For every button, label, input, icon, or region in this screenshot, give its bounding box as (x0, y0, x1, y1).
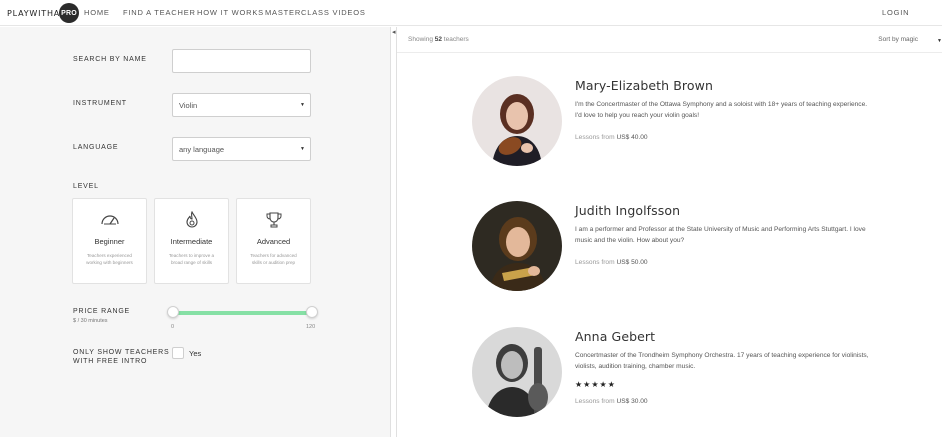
level-title: Intermediate (170, 237, 213, 246)
teacher-name[interactable]: Mary-Elizabeth Brown (575, 78, 713, 93)
level-title: Advanced (256, 237, 291, 246)
price-min-value: 0 (171, 324, 175, 330)
teacher-price: Lessons from US$ 30.00 (575, 398, 648, 405)
trophy-icon (237, 211, 310, 229)
level-card-advanced[interactable]: Advanced Teachers for advanced skills or… (236, 198, 311, 284)
teacher-avatar[interactable] (472, 327, 562, 417)
teacher-avatar[interactable] (472, 76, 562, 166)
price-range-label: PRICE RANGE (73, 308, 131, 315)
teacher-price: Lessons from US$ 50.00 (575, 259, 648, 266)
sort-select[interactable]: Sort by magic (878, 36, 918, 43)
teacher-name[interactable]: Anna Gebert (575, 329, 655, 344)
nav-home[interactable]: HOME (84, 8, 110, 17)
level-desc: Teachers to improve a broad range of ski… (168, 253, 215, 265)
language-select[interactable]: any language ▼ (172, 137, 311, 161)
free-intro-label-line1: ONLY SHOW TEACHERS (73, 349, 170, 356)
top-nav: PLAYWITHA PRO HOME FIND A TEACHER HOW IT… (0, 0, 942, 26)
instrument-value: Violin (179, 100, 198, 110)
level-desc: Teachers experienced working with beginn… (86, 253, 133, 265)
teacher-avatar[interactable] (472, 201, 562, 291)
instrument-label: INSTRUMENT (73, 100, 127, 107)
search-input[interactable] (172, 49, 311, 73)
free-intro-label-line2: WITH FREE INTRO (73, 358, 148, 365)
speedometer-icon (73, 211, 146, 229)
price-slider-max-handle[interactable] (306, 306, 318, 318)
flame-icon (155, 211, 228, 229)
level-title: Beginner (94, 237, 125, 246)
teacher-name[interactable]: Judith Ingolfsson (575, 203, 680, 218)
teacher-bio: Concertmaster of the Trondheim Symphony … (575, 352, 869, 370)
nav-how-it-works[interactable]: HOW IT WORKS (197, 8, 264, 17)
nav-masterclass-videos[interactable]: MASTERCLASS VIDEOS (265, 8, 366, 17)
results-bar: Showing 52 teachers Sort by magic ▼ (397, 27, 942, 53)
price-slider-min-handle[interactable] (167, 306, 179, 318)
instrument-select[interactable]: Violin ▼ (172, 93, 311, 117)
free-intro-yes-label: Yes (189, 349, 202, 358)
language-value: any language (179, 144, 225, 154)
caret-down-icon: ▼ (300, 102, 305, 108)
results-panel: Showing 52 teachers Sort by magic ▼ Mary… (397, 27, 942, 437)
level-label: LEVEL (73, 183, 99, 190)
logo[interactable]: PLAYWITHA PRO (7, 3, 80, 23)
teacher-card[interactable]: Mary-Elizabeth Brown I'm the Concertmast… (472, 76, 892, 172)
collapse-arrow-icon[interactable]: ◂ (392, 28, 396, 36)
teacher-bio: I am a performer and Professor at the St… (575, 226, 866, 244)
teacher-bio: I'm the Concertmaster of the Ottawa Symp… (575, 101, 868, 119)
level-card-beginner[interactable]: Beginner Teachers experienced working wi… (72, 198, 147, 284)
language-label: LANGUAGE (73, 144, 119, 151)
logo-text: PLAYWITHA (7, 8, 61, 18)
nav-find-a-teacher[interactable]: FIND A TEACHER (123, 8, 196, 17)
search-label: SEARCH BY NAME (73, 56, 147, 63)
caret-down-icon[interactable]: ▼ (937, 38, 942, 44)
price-slider-track[interactable] (174, 311, 312, 315)
teacher-price: Lessons from US$ 40.00 (575, 134, 648, 141)
free-intro-checkbox[interactable] (172, 347, 184, 359)
login-link[interactable]: LOGIN (882, 8, 909, 17)
caret-down-icon: ▼ (300, 146, 305, 152)
rating-stars: ★★★★★ (575, 380, 616, 389)
teacher-card[interactable]: Anna Gebert Concertmaster of the Trondhe… (472, 327, 892, 423)
price-range-unit: $ / 30 minutes (73, 318, 108, 324)
price-max-value: 120 (306, 324, 316, 330)
level-desc: Teachers for advanced skills or audition… (250, 253, 297, 265)
panel-divider[interactable]: ◂ (390, 27, 397, 437)
level-card-intermediate[interactable]: Intermediate Teachers to improve a broad… (154, 198, 229, 284)
logo-badge: PRO (59, 3, 80, 23)
results-count: Showing 52 teachers (408, 36, 469, 43)
teacher-card[interactable]: Judith Ingolfsson I am a performer and P… (472, 201, 892, 297)
